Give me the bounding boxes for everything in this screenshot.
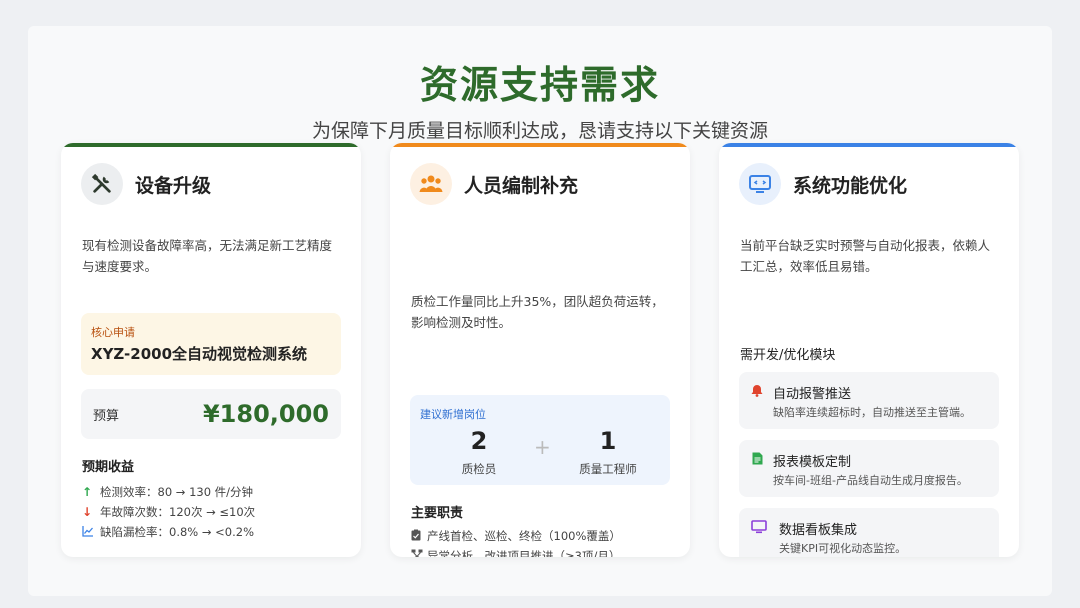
post-count: 1 — [599, 427, 617, 455]
module-item-report: 报表模板定制 按车间-班组-产品线自动生成月度报告。 — [739, 440, 999, 497]
module-desc: 缺陷率连续超标时，自动推送至主管端。 — [773, 406, 971, 419]
core-request-name: XYZ-2000全自动视觉检测系统 — [91, 345, 308, 363]
card-header: 系统功能优化 — [739, 163, 907, 205]
new-posts-box: 建议新增岗位 2 质检员 + 1 质量工程师 — [410, 395, 670, 485]
module-name: 报表模板定制 — [773, 455, 852, 470]
post-role: 质量工程师 — [579, 462, 637, 476]
card-top-bar — [61, 143, 361, 147]
display-icon — [749, 520, 769, 538]
network-icon — [411, 549, 427, 557]
file-icon — [749, 452, 765, 469]
card-description: 现有检测设备故障率高，无法满足新工艺精度与速度要求。 — [82, 238, 333, 274]
duty-title: 主要职责 — [411, 506, 464, 521]
duty-text: 产线首检、巡检、终检（100%覆盖） — [427, 529, 621, 543]
line-chart-icon — [82, 525, 100, 540]
module-name: 自动报警推送 — [773, 387, 852, 402]
card-title: 设备升级 — [135, 174, 212, 197]
bell-icon — [749, 384, 765, 401]
card-title: 系统功能优化 — [793, 174, 908, 197]
equipment-upgrade-card: 设备升级 现有检测设备故障率高，无法满足新工艺精度与速度要求。 核心申请 XYZ… — [61, 143, 361, 557]
system-optimization-card: 系统功能优化 当前平台缺乏实时预警与自动化报表，依赖人工汇总，效率低且易错。 需… — [719, 143, 1019, 557]
card-top-bar — [719, 143, 1019, 147]
core-request-box: 核心申请 XYZ-2000全自动视觉检测系统 — [81, 313, 341, 375]
duty-list: 产线首检、巡检、终检（100%覆盖） 异常分析、改进项目推进（≥3项/月） — [411, 526, 621, 557]
card-description: 当前平台缺乏实时预警与自动化报表，依赖人工汇总，效率低且易错。 — [740, 238, 991, 274]
list-item: 异常分析、改进项目推进（≥3项/月） — [411, 546, 621, 557]
benefit-list: ↑ 检测效率：80 → 130 件/分钟 ↓ 年故障次数：120次 → ≤10次… — [82, 482, 255, 542]
arrow-up-icon: ↑ — [82, 485, 93, 499]
card-top-bar — [390, 143, 690, 147]
people-icon — [410, 163, 452, 205]
new-posts-label: 建议新增岗位 — [420, 408, 486, 421]
module-desc: 关键KPI可视化动态监控。 — [779, 542, 907, 555]
card-header: 设备升级 — [81, 163, 211, 205]
benefit-text: 年故障次数：120次 → ≤10次 — [100, 505, 256, 519]
tools-icon — [81, 163, 123, 205]
core-request-label: 核心申请 — [91, 326, 135, 339]
page-subtitle: 为保障下月质量目标顺利达成，恳请支持以下关键资源 — [311, 120, 768, 142]
budget-box: 预算 ¥180,000 — [81, 389, 341, 439]
list-item: 缺陷漏检率：0.8% → <0.2% — [82, 522, 255, 542]
module-desc: 按车间-班组-产品线自动生成月度报告。 — [773, 474, 968, 487]
list-item: ↓ 年故障次数：120次 → ≤10次 — [82, 502, 255, 522]
module-item-dashboard: 数据看板集成 关键KPI可视化动态监控。 — [739, 508, 999, 557]
benefit-text: 缺陷漏检率：0.8% → <0.2% — [100, 525, 255, 539]
card-description: 质检工作量同比上升35%，团队超负荷运转，影响检测及时性。 — [411, 294, 664, 330]
list-item: 产线首检、巡检、终检（100%覆盖） — [411, 526, 621, 546]
plus-sign: + — [534, 435, 551, 459]
budget-value: ¥180,000 — [202, 400, 329, 428]
module-item-alert: 自动报警推送 缺陷率连续超标时，自动推送至主管端。 — [739, 372, 999, 429]
benefit-title: 预期收益 — [82, 460, 135, 475]
clipboard-icon — [411, 529, 427, 544]
post-role: 质检员 — [461, 462, 497, 476]
monitor-icon — [739, 163, 781, 205]
arrow-down-icon: ↓ — [82, 505, 93, 519]
post-count: 2 — [470, 427, 488, 455]
staffing-card: 人员编制补充 质检工作量同比上升35%，团队超负荷运转，影响检测及时性。 建议新… — [390, 143, 690, 557]
duty-text: 异常分析、改进项目推进（≥3项/月） — [427, 549, 621, 557]
module-name: 数据看板集成 — [779, 523, 858, 538]
benefit-text: 检测效率：80 → 130 件/分钟 — [100, 485, 254, 499]
list-item: ↑ 检测效率：80 → 130 件/分钟 — [82, 482, 255, 502]
card-header: 人员编制补充 — [410, 163, 578, 205]
card-title: 人员编制补充 — [464, 174, 579, 197]
budget-label: 预算 — [93, 408, 120, 424]
page-title: 资源支持需求 — [419, 63, 660, 107]
module-title: 需开发/优化模块 — [740, 348, 836, 363]
